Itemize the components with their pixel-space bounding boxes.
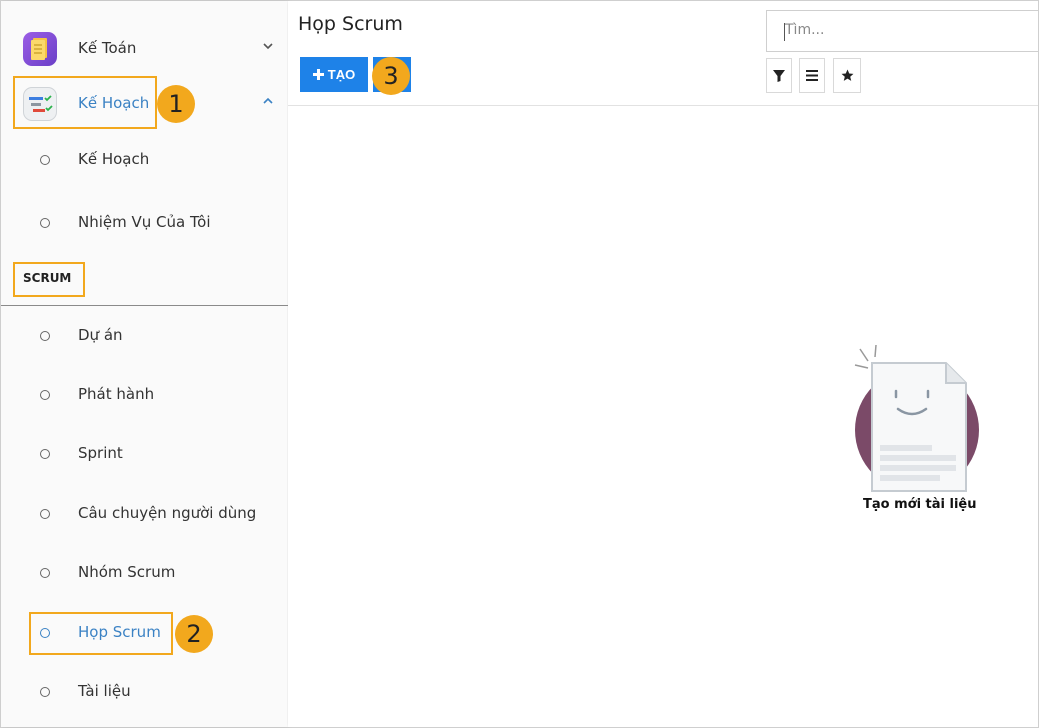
circle-bullet-icon xyxy=(40,218,50,228)
circle-bullet-icon xyxy=(40,449,50,459)
sidebar-item-label: Kế Hoạch xyxy=(78,150,150,168)
circle-bullet-icon xyxy=(40,390,50,400)
create-button-label: TẠO xyxy=(327,67,356,82)
sidebar-item-projects[interactable]: Dự án xyxy=(1,322,287,352)
sidebar-item-label: Dự án xyxy=(78,326,123,344)
circle-bullet-icon xyxy=(40,687,50,697)
sidebar-item-label: Câu chuyện người dùng xyxy=(78,504,257,522)
page-title: Họp Scrum xyxy=(298,13,403,35)
circle-bullet-icon xyxy=(40,155,50,165)
chevron-down-icon[interactable] xyxy=(263,40,273,54)
sidebar-item-user-stories[interactable]: Câu chuyện người dùng xyxy=(1,500,287,530)
circle-bullet-icon xyxy=(40,509,50,519)
star-icon xyxy=(841,69,853,81)
annotation-badge-2: 2 xyxy=(175,615,213,653)
search-input[interactable]: Tìm... xyxy=(766,10,1039,52)
header-divider xyxy=(288,105,1038,106)
sidebar-item-scrum-teams[interactable]: Nhóm Scrum xyxy=(1,559,287,589)
sidebar-item-label: Nhiệm Vụ Của Tôi xyxy=(78,213,211,231)
main-content: Họp Scrum TẠO Tìm... Tạo mới tài liệu xyxy=(288,1,1039,727)
plus-icon xyxy=(312,69,324,80)
empty-document-illustration-icon xyxy=(854,344,979,492)
annotation-highlight-section xyxy=(13,262,85,297)
sidebar-app-label: Kế Toán xyxy=(78,39,137,57)
group-by-button[interactable] xyxy=(799,58,825,93)
sidebar-item-releases[interactable]: Phát hành xyxy=(1,381,287,411)
create-button[interactable]: TẠO xyxy=(300,57,368,92)
circle-bullet-icon xyxy=(40,331,50,341)
sidebar-divider xyxy=(1,305,288,306)
filter-icon xyxy=(773,69,785,82)
filter-button[interactable] xyxy=(766,58,792,93)
sidebar-item-my-tasks[interactable]: Nhiệm Vụ Của Tôi xyxy=(1,209,287,239)
sidebar-item-sprint[interactable]: Sprint xyxy=(1,440,287,470)
list-icon xyxy=(806,70,818,81)
annotation-highlight-2 xyxy=(29,612,173,655)
empty-state-label: Tạo mới tài liệu xyxy=(863,497,977,512)
sidebar-item-label: Phát hành xyxy=(78,385,155,403)
text-caret xyxy=(784,23,785,41)
sidebar-item-documents[interactable]: Tài liệu xyxy=(1,678,287,708)
sidebar-app-accounting[interactable]: Kế Toán xyxy=(1,28,287,68)
search-placeholder: Tìm... xyxy=(785,22,825,38)
circle-bullet-icon xyxy=(40,568,50,578)
sidebar-item-label: Nhóm Scrum xyxy=(78,563,176,581)
annotation-badge-1: 1 xyxy=(157,85,195,123)
sidebar-item-label: Tài liệu xyxy=(78,682,131,700)
annotation-highlight-1 xyxy=(13,76,157,129)
sidebar-item-label: Sprint xyxy=(78,444,123,462)
favorites-button[interactable] xyxy=(833,58,861,93)
ledger-app-icon xyxy=(23,32,57,66)
sidebar-item-plan[interactable]: Kế Hoạch xyxy=(1,146,287,176)
chevron-up-icon[interactable] xyxy=(263,95,273,109)
annotation-badge-3: 3 xyxy=(372,57,410,95)
